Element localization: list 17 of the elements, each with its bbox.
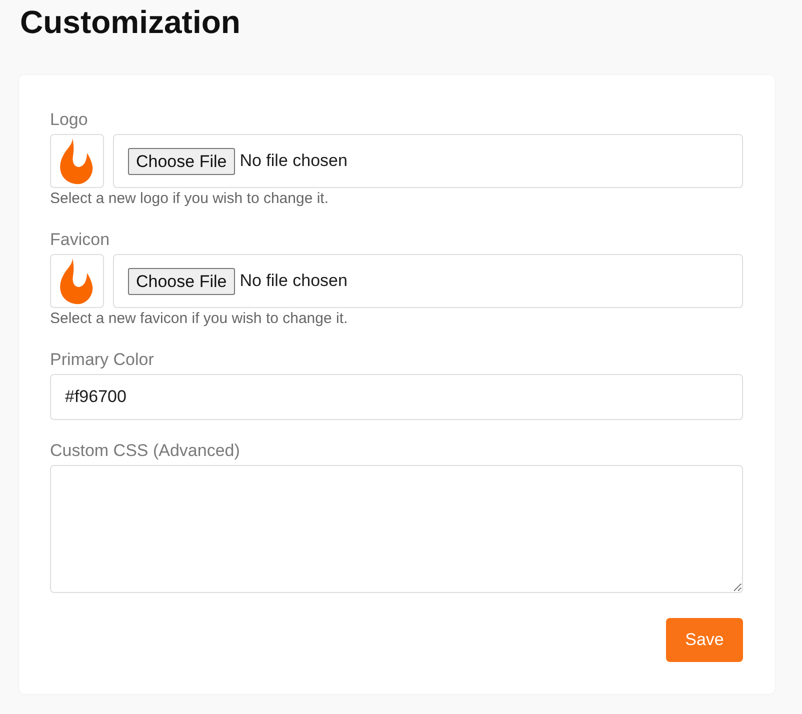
help-text: Select a new favicon if you wish to change it. xyxy=(50,309,348,329)
field-label: Favicon xyxy=(50,229,110,251)
choose-file-button[interactable]: Choose File xyxy=(128,148,235,174)
file-status-text: No file chosen xyxy=(240,271,348,291)
choose-file-button[interactable]: Choose File xyxy=(128,268,235,294)
file-status-text: No file chosen xyxy=(240,151,348,171)
page-title: Customization xyxy=(20,3,240,42)
file-input-field[interactable]: Choose File No file chosen xyxy=(113,134,743,188)
field-label: Custom CSS (Advanced) xyxy=(50,440,240,462)
textarea-field[interactable] xyxy=(50,465,743,593)
flame-icon xyxy=(59,137,95,185)
file-input-field[interactable]: Choose File No file chosen xyxy=(113,254,743,308)
flame-icon xyxy=(59,257,95,305)
field-label: Primary Color xyxy=(50,349,154,371)
field-label: Logo xyxy=(50,109,88,131)
text-input-field[interactable]: #f96700 xyxy=(50,374,743,420)
help-text: Select a new logo if you wish to change it. xyxy=(50,189,328,209)
